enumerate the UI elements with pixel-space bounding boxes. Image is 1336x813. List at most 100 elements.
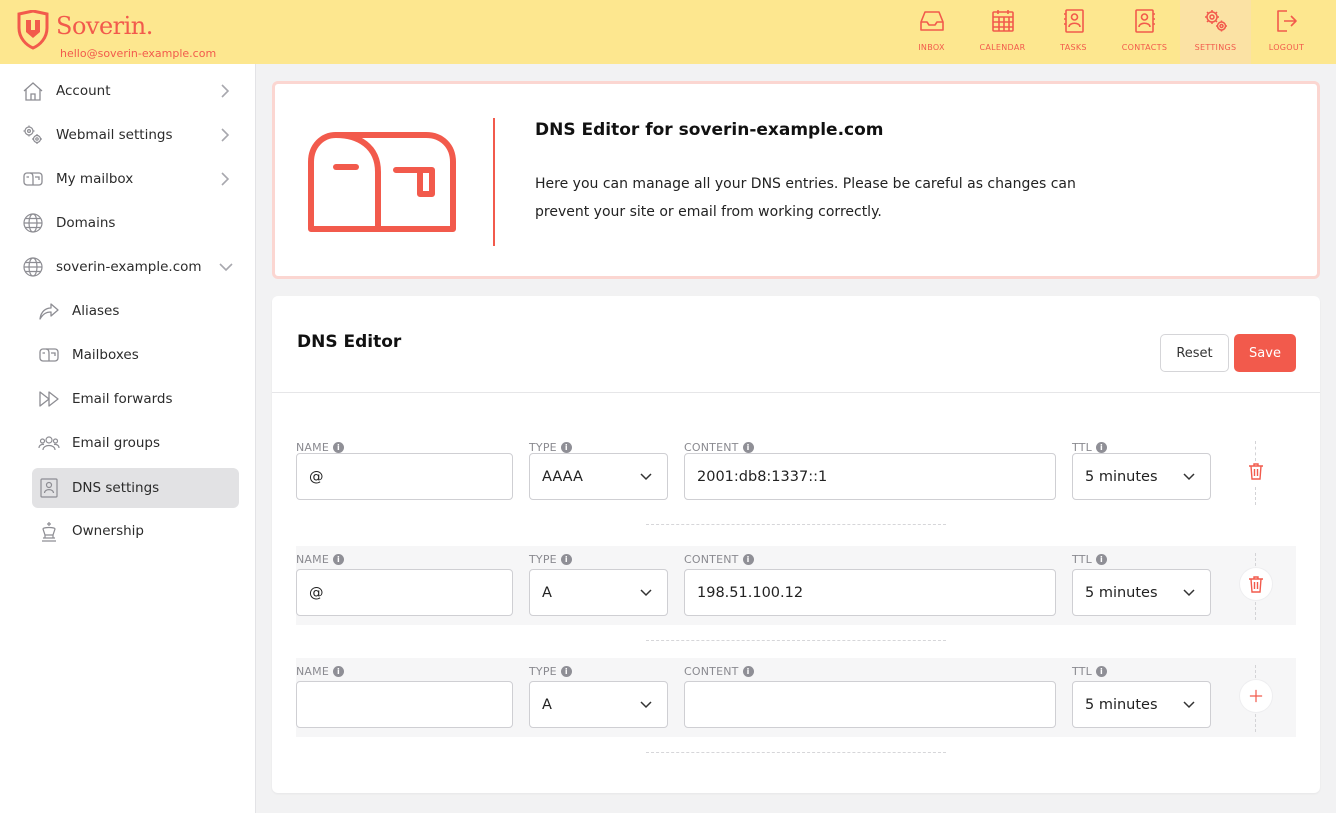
- sidebar-item-label: Account: [56, 83, 111, 99]
- sidebar-item-dns-settings[interactable]: DNS settings: [32, 468, 239, 508]
- info-icon[interactable]: i: [1095, 442, 1107, 453]
- info-icon[interactable]: i: [1095, 554, 1107, 565]
- dashed-connector: [1255, 487, 1256, 505]
- fast-forward-icon: [39, 391, 59, 407]
- content-label: CONTENT i: [684, 553, 754, 566]
- sidebar-item-label: DNS settings: [72, 480, 160, 496]
- reset-button[interactable]: Reset: [1160, 334, 1229, 372]
- plus-icon: [1249, 689, 1263, 703]
- ttl-select-value: 5 minutes: [1085, 584, 1158, 601]
- name-label-text: NAME: [296, 665, 329, 678]
- ttl-select[interactable]: 5 minutes: [1072, 569, 1211, 616]
- users-icon: [38, 436, 60, 451]
- sidebar-item-label: My mailbox: [56, 171, 134, 187]
- name-input[interactable]: [296, 681, 513, 728]
- sidebar-item-label: Email groups: [72, 435, 160, 451]
- sidebar-item-email-forwards[interactable]: Email forwards: [38, 379, 238, 419]
- nav-inbox[interactable]: INBOX: [896, 0, 967, 64]
- info-icon[interactable]: i: [742, 666, 754, 677]
- info-icon[interactable]: i: [1095, 666, 1107, 677]
- info-icon[interactable]: i: [333, 666, 344, 677]
- type-select[interactable]: AAAA: [529, 453, 668, 500]
- ttl-select[interactable]: 5 minutes: [1072, 453, 1211, 500]
- save-button[interactable]: Save: [1234, 334, 1296, 372]
- nav-label: SETTINGS: [1194, 43, 1237, 52]
- info-icon[interactable]: i: [560, 442, 572, 453]
- mailbox-icon: [39, 348, 59, 362]
- ttl-select-value: 5 minutes: [1085, 468, 1158, 485]
- sidebar-item-account[interactable]: Account: [22, 71, 240, 111]
- type-label: TYPE i: [529, 665, 572, 678]
- nav-label: TASKS: [1060, 43, 1087, 52]
- info-icon[interactable]: i: [560, 554, 572, 565]
- sidebar-item-label: Aliases: [72, 303, 120, 319]
- delete-record-button[interactable]: [1240, 568, 1272, 600]
- sidebar-item-label: Webmail settings: [56, 127, 173, 143]
- nav-logout[interactable]: LOGOUT: [1251, 0, 1322, 64]
- dns-record-row: NAME i @ TYPE i A CONTENT i 198.51.100.12 T…: [296, 546, 1296, 641]
- content-input[interactable]: 198.51.100.12: [684, 569, 1056, 616]
- dns-card-icon: [40, 478, 58, 498]
- sidebar-item-mailboxes[interactable]: Mailboxes: [38, 335, 238, 375]
- content-input[interactable]: 2001:db8:1337::1: [684, 453, 1056, 500]
- chess-king-icon: [42, 522, 56, 542]
- info-icon[interactable]: i: [333, 554, 344, 565]
- info-icon[interactable]: i: [742, 554, 754, 565]
- sidebar-item-domains[interactable]: Domains: [22, 203, 240, 243]
- info-icon[interactable]: i: [560, 666, 572, 677]
- type-select-value: AAAA: [542, 468, 583, 485]
- info-divider: [493, 118, 495, 246]
- dns-editor-card: DNS Editor Reset Save NAME i @ TYPE i AAAA…: [272, 296, 1320, 793]
- sidebar-item-aliases[interactable]: Aliases: [38, 291, 238, 331]
- sidebar-item-email-groups[interactable]: Email groups: [38, 423, 238, 463]
- nav-label: CALENDAR: [979, 43, 1026, 52]
- type-select[interactable]: A: [529, 569, 668, 616]
- name-input[interactable]: @: [296, 569, 513, 616]
- chevron-down-icon: [640, 701, 652, 709]
- gears-icon: [23, 125, 42, 144]
- divider: [272, 392, 1320, 393]
- dashed-connector: [1255, 602, 1256, 620]
- top-bar: Soverin. hello@soverin-example.com INBOX…: [0, 0, 1336, 64]
- tasks-icon: [1063, 9, 1084, 33]
- sidebar-item-domain-soverin-example[interactable]: soverin-example.com: [22, 247, 240, 287]
- info-title: DNS Editor for soverin-example.com: [535, 120, 884, 140]
- ttl-select[interactable]: 5 minutes: [1072, 681, 1211, 728]
- row-divider: [646, 640, 946, 641]
- type-select[interactable]: A: [529, 681, 668, 728]
- content-input[interactable]: [684, 681, 1056, 728]
- nav-label: INBOX: [918, 43, 945, 52]
- brand[interactable]: Soverin. hello@soverin-example.com: [16, 10, 216, 60]
- sidebar: Account Webmail settings My mailbox Doma…: [0, 64, 256, 813]
- sidebar-item-webmail-settings[interactable]: Webmail settings: [22, 115, 240, 155]
- info-icon[interactable]: i: [333, 442, 344, 453]
- nav-settings[interactable]: SETTINGS: [1180, 0, 1251, 64]
- nav-tasks[interactable]: TASKS: [1038, 0, 1109, 64]
- content-label-text: CONTENT: [684, 665, 739, 678]
- name-label: NAME i: [296, 553, 344, 566]
- settings-icon: [1204, 10, 1227, 32]
- type-label-text: TYPE: [529, 553, 557, 566]
- delete-record-button[interactable]: [1240, 455, 1272, 487]
- sidebar-item-ownership[interactable]: Ownership: [38, 511, 238, 551]
- globe-icon: [23, 213, 43, 233]
- soverin-logo-icon: [17, 10, 49, 50]
- chevron-down-icon: [640, 589, 652, 597]
- info-icon[interactable]: i: [742, 442, 754, 453]
- forward-arrow-icon: [39, 303, 59, 320]
- trash-icon: [1249, 463, 1263, 480]
- add-record-button[interactable]: [1240, 680, 1272, 712]
- sidebar-item-label: Domains: [56, 215, 116, 231]
- name-input[interactable]: @: [296, 453, 513, 500]
- name-label: NAME i: [296, 665, 344, 678]
- sidebar-item-my-mailbox[interactable]: My mailbox: [22, 159, 240, 199]
- chevron-right-icon: [221, 128, 230, 142]
- calendar-icon: [991, 10, 1014, 32]
- logout-icon: [1276, 10, 1297, 32]
- mailbox-illustration-icon: [308, 132, 456, 232]
- dns-new-record-row: NAME i TYPE i A CONTENT i TTL i 5 minutes: [296, 658, 1296, 753]
- sidebar-item-label: Email forwards: [72, 391, 173, 407]
- type-label: TYPE i: [529, 553, 572, 566]
- nav-calendar[interactable]: CALENDAR: [967, 0, 1038, 64]
- nav-contacts[interactable]: CONTACTS: [1109, 0, 1180, 64]
